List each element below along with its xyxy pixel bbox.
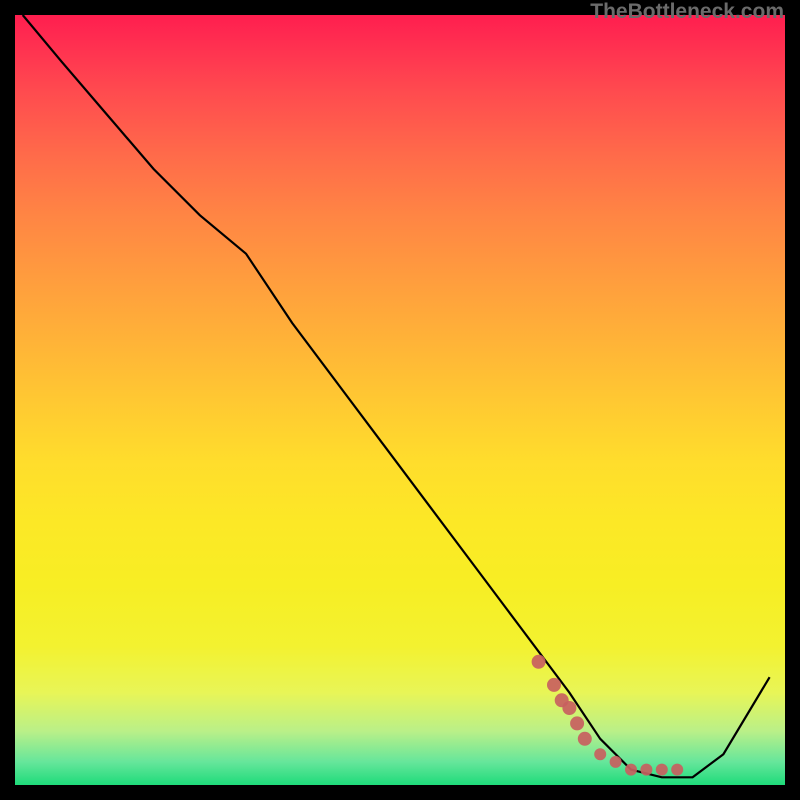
highlight-dot <box>671 764 683 776</box>
highlight-dot <box>578 732 592 746</box>
highlight-dot <box>625 764 637 776</box>
highlight-dot <box>570 716 584 730</box>
highlight-dot <box>547 678 561 692</box>
highlight-dot <box>656 764 668 776</box>
highlight-dot <box>640 764 652 776</box>
bottleneck-curve <box>23 15 770 777</box>
chart-svg <box>15 15 785 785</box>
curve-path <box>23 15 770 777</box>
highlight-dot <box>532 655 546 669</box>
watermark-text: TheBottleneck.com <box>590 0 784 24</box>
highlight-dot <box>594 748 606 760</box>
highlight-dot <box>610 756 622 768</box>
chart-container: TheBottleneck.com <box>0 0 800 800</box>
highlight-dot <box>562 701 576 715</box>
